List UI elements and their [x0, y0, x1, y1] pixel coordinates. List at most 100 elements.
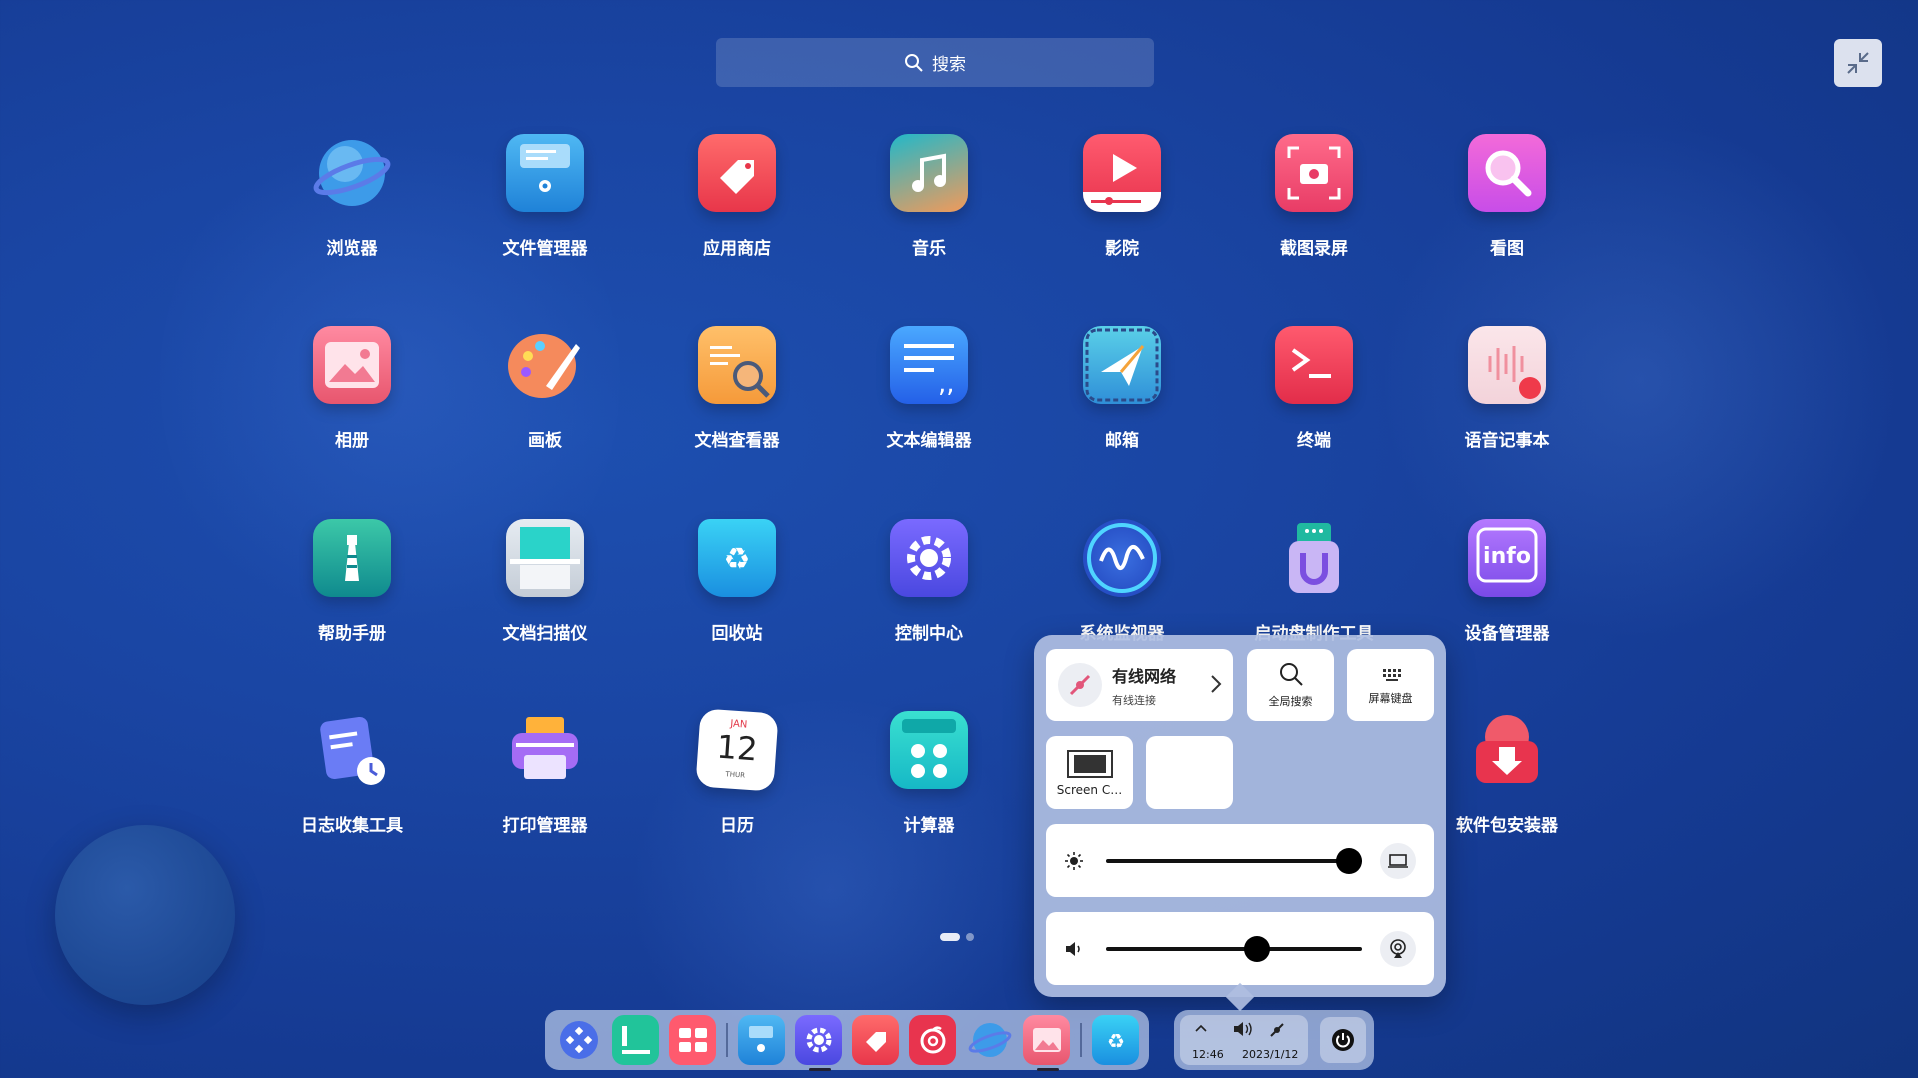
- app-control-center[interactable]: 控制中心: [854, 519, 1004, 669]
- app-label: 日志收集工具: [301, 816, 403, 836]
- running-indicator: [809, 1068, 831, 1071]
- screen-keyboard-tile[interactable]: 屏幕键盘: [1347, 649, 1434, 721]
- network-subtitle: 有线连接: [1112, 693, 1156, 707]
- dock-launcher[interactable]: [555, 1015, 602, 1065]
- dock-music[interactable]: [909, 1015, 957, 1065]
- app-image-viewer[interactable]: 看图: [1432, 134, 1582, 284]
- brightness-slider[interactable]: [1106, 847, 1363, 874]
- app-label: 影院: [1105, 239, 1139, 259]
- app-browser[interactable]: 浏览器: [277, 134, 427, 284]
- app-label: 截图录屏: [1280, 239, 1348, 259]
- text-editor-icon: ,,: [890, 326, 968, 404]
- calendar-weekday: THUR: [725, 770, 746, 780]
- volume-slider-handle[interactable]: [1244, 935, 1271, 962]
- brightness-slider-handle[interactable]: [1336, 847, 1363, 874]
- dock-control-center[interactable]: [795, 1015, 843, 1071]
- boot-maker-icon: [1275, 519, 1353, 597]
- collapse-button[interactable]: [1834, 39, 1882, 87]
- app-album[interactable]: 相册: [277, 326, 427, 476]
- app-text-editor[interactable]: ,, 文本编辑器: [854, 326, 1004, 476]
- app-document-viewer[interactable]: 文档查看器: [662, 326, 812, 476]
- wired-network-icon: [1058, 663, 1102, 707]
- page-indicator: [940, 933, 974, 941]
- screen-capture-tile[interactable]: Screen C…: [1046, 736, 1133, 809]
- volume-slider[interactable]: [1106, 935, 1362, 962]
- app-scanner[interactable]: 文档扫描仪: [470, 519, 620, 669]
- app-store-icon: [865, 1032, 886, 1052]
- app-label: 日历: [720, 816, 754, 836]
- app-log-collector[interactable]: 日志收集工具: [277, 711, 427, 861]
- app-file-manager[interactable]: 文件管理器: [470, 134, 620, 284]
- chevron-up-icon[interactable]: [1194, 1023, 1208, 1033]
- app-print-manager[interactable]: 打印管理器: [470, 711, 620, 861]
- dock-multitask-view[interactable]: [612, 1015, 660, 1065]
- app-voice-note[interactable]: 语音记事本: [1432, 326, 1582, 476]
- device-manager-icon: info: [1468, 519, 1546, 597]
- dock-browser[interactable]: [966, 1015, 1013, 1065]
- power-button[interactable]: [1320, 1017, 1366, 1063]
- chevron-right-icon[interactable]: [1209, 673, 1223, 695]
- app-label: 应用商店: [703, 239, 771, 259]
- scanner-icon: [506, 519, 584, 597]
- volume-icon[interactable]: [1232, 1021, 1254, 1037]
- screen-capture-icon: [1066, 749, 1113, 778]
- file-manager-icon: [749, 1026, 774, 1052]
- app-device-manager[interactable]: info 设备管理器: [1432, 519, 1582, 669]
- app-label: 回收站: [711, 624, 763, 644]
- clock-date: 2023/1/12: [1242, 1048, 1299, 1061]
- album-icon: [1032, 1028, 1061, 1052]
- app-manual[interactable]: 帮助手册: [277, 519, 427, 669]
- global-search-tile[interactable]: 全局搜索: [1247, 649, 1334, 721]
- brightness-icon: [1065, 851, 1083, 870]
- display-settings-button[interactable]: [1380, 842, 1416, 879]
- search-placeholder: 搜索: [932, 55, 966, 75]
- app-screenshot[interactable]: 截图录屏: [1239, 134, 1389, 284]
- grid-icon: [678, 1028, 707, 1052]
- app-video[interactable]: 影院: [1047, 134, 1197, 284]
- svg-text:,,: ,,: [938, 369, 955, 399]
- dock-trash[interactable]: ♻: [1092, 1015, 1140, 1065]
- background-sphere: [55, 825, 235, 1005]
- album-icon: [313, 326, 391, 404]
- empty-tile[interactable]: [1146, 736, 1233, 809]
- app-label: 文档查看器: [694, 431, 780, 451]
- audio-output-button[interactable]: [1380, 930, 1416, 967]
- search-bar[interactable]: 搜索: [716, 38, 1154, 87]
- app-terminal[interactable]: 终端: [1239, 326, 1389, 476]
- search-icon: [905, 53, 923, 72]
- app-store[interactable]: 应用商店: [662, 134, 812, 284]
- app-calendar[interactable]: JAN 12 THUR 日历: [662, 708, 812, 861]
- app-label: 看图: [1490, 239, 1524, 259]
- document-viewer-icon: [698, 326, 776, 404]
- tray-status-area[interactable]: 12:46 2023/1/12: [1180, 1015, 1308, 1065]
- wired-network-tile[interactable]: 有线网络 有线连接: [1046, 649, 1233, 721]
- app-trash[interactable]: ♻ 回收站: [662, 519, 812, 669]
- page-dot[interactable]: [966, 933, 974, 941]
- calendar-day: 12: [715, 727, 759, 769]
- app-package-installer[interactable]: 软件包安装器: [1432, 711, 1582, 861]
- browser-icon: [313, 134, 391, 212]
- dock-workspace[interactable]: [669, 1015, 717, 1065]
- log-collector-icon: [313, 711, 391, 789]
- app-music[interactable]: 音乐: [854, 134, 1004, 284]
- dock-album[interactable]: [1023, 1015, 1071, 1071]
- voice-note-icon: [1468, 326, 1546, 404]
- wired-network-icon[interactable]: [1268, 1021, 1286, 1039]
- page-dot-active[interactable]: [940, 933, 960, 941]
- keyboard-icon: [1382, 669, 1401, 681]
- app-draw[interactable]: 画板: [470, 326, 620, 476]
- dock-file-manager[interactable]: [737, 1015, 785, 1065]
- app-label: 浏览器: [326, 239, 378, 259]
- app-mail[interactable]: 邮箱: [1047, 326, 1197, 476]
- trash-icon: ♻: [1107, 1029, 1125, 1053]
- running-indicator: [1037, 1068, 1060, 1071]
- brightness-slider-row: [1046, 824, 1434, 897]
- dock-separator: [1080, 1023, 1083, 1057]
- app-label: 终端: [1297, 431, 1331, 451]
- dock-app-store[interactable]: [852, 1015, 900, 1065]
- app-calculator[interactable]: 计算器: [854, 711, 1004, 861]
- app-label: 文档扫描仪: [502, 624, 588, 644]
- video-icon: [1083, 134, 1161, 212]
- manual-icon: [313, 519, 391, 597]
- volume-icon: [1066, 941, 1080, 956]
